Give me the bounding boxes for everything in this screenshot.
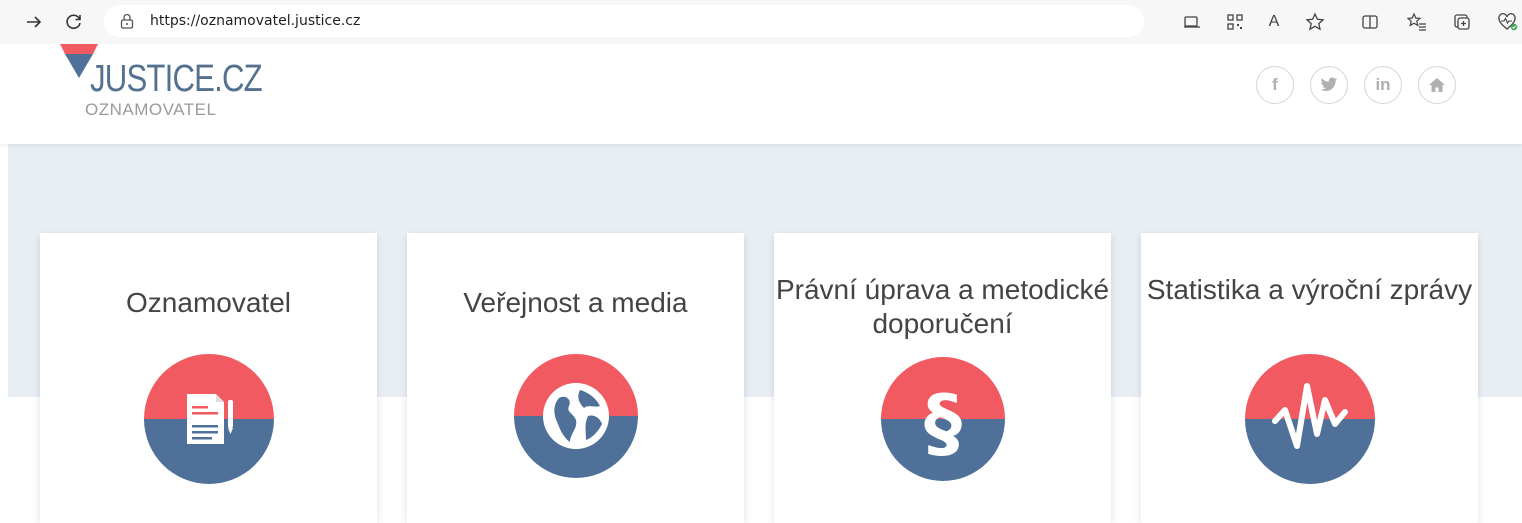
facebook-link[interactable]: f bbox=[1256, 66, 1294, 104]
favorites-list-button[interactable] bbox=[1405, 10, 1429, 34]
refresh-button[interactable] bbox=[62, 10, 86, 34]
collections-button[interactable] bbox=[1450, 10, 1474, 34]
browser-essentials-button[interactable] bbox=[1496, 10, 1520, 34]
favorite-button[interactable] bbox=[1303, 10, 1327, 34]
facebook-icon: f bbox=[1272, 75, 1278, 94]
card-title: Statistika a výroční zprávy bbox=[1146, 274, 1473, 305]
pulse-icon bbox=[1244, 354, 1375, 484]
card-statistika[interactable]: Statistika a výroční zprávy bbox=[1141, 233, 1478, 523]
twitter-link[interactable] bbox=[1310, 66, 1348, 104]
refresh-icon bbox=[66, 14, 81, 30]
read-aloud-button[interactable]: A bbox=[1262, 10, 1286, 34]
lock-icon[interactable] bbox=[118, 12, 136, 30]
site-logo[interactable]: JUSTICE.CZ OZNAMOVATEL bbox=[60, 44, 263, 124]
url-text[interactable]: https://oznamovatel.justice.cz bbox=[150, 13, 360, 29]
address-bar[interactable]: https://oznamovatel.justice.cz bbox=[104, 5, 1144, 37]
card-title: Veřejnost a media bbox=[463, 287, 688, 318]
card-title: Právní úprava a metodické doporučení bbox=[775, 274, 1110, 339]
split-screen-button[interactable] bbox=[1358, 10, 1382, 34]
site-header: JUSTICE.CZ OZNAMOVATEL f in bbox=[0, 44, 1522, 144]
app-install-icon bbox=[1184, 16, 1200, 28]
heart-pulse-icon bbox=[1498, 13, 1518, 31]
app-available-button[interactable] bbox=[1180, 10, 1204, 34]
twitter-icon bbox=[1320, 77, 1338, 92]
globe-icon bbox=[513, 354, 638, 478]
logo-subtitle: OZNAMOVATEL bbox=[85, 100, 217, 119]
logo-title: JUSTICE.CZ bbox=[90, 58, 263, 100]
collections-icon bbox=[1454, 14, 1470, 30]
linkedin-link[interactable]: in bbox=[1364, 66, 1402, 104]
qr-code-button[interactable] bbox=[1223, 10, 1247, 34]
svg-text:§: § bbox=[924, 378, 962, 467]
home-link[interactable] bbox=[1418, 66, 1456, 104]
card-title: Oznamovatel bbox=[126, 287, 291, 318]
paragraph-icon: § bbox=[880, 357, 1005, 481]
card-pravni-uprava[interactable]: Právní úprava a metodické doporučení § bbox=[774, 233, 1111, 523]
arrow-right-icon bbox=[27, 16, 42, 28]
qr-code-icon bbox=[1227, 14, 1243, 30]
card-oznamovatel[interactable]: Oznamovatel bbox=[40, 233, 377, 523]
home-icon bbox=[1429, 78, 1445, 92]
split-screen-icon bbox=[1362, 15, 1378, 29]
favorites-list-icon bbox=[1407, 12, 1426, 31]
document-icon bbox=[143, 354, 274, 484]
card-verejnost-a-media[interactable]: Veřejnost a media bbox=[407, 233, 744, 523]
linkedin-icon: in bbox=[1375, 75, 1391, 94]
star-icon bbox=[1305, 12, 1325, 31]
browser-toolbar: https://oznamovatel.justice.cz A bbox=[0, 0, 1522, 44]
forward-button[interactable] bbox=[22, 10, 46, 34]
read-aloud-icon: A bbox=[1268, 13, 1280, 30]
